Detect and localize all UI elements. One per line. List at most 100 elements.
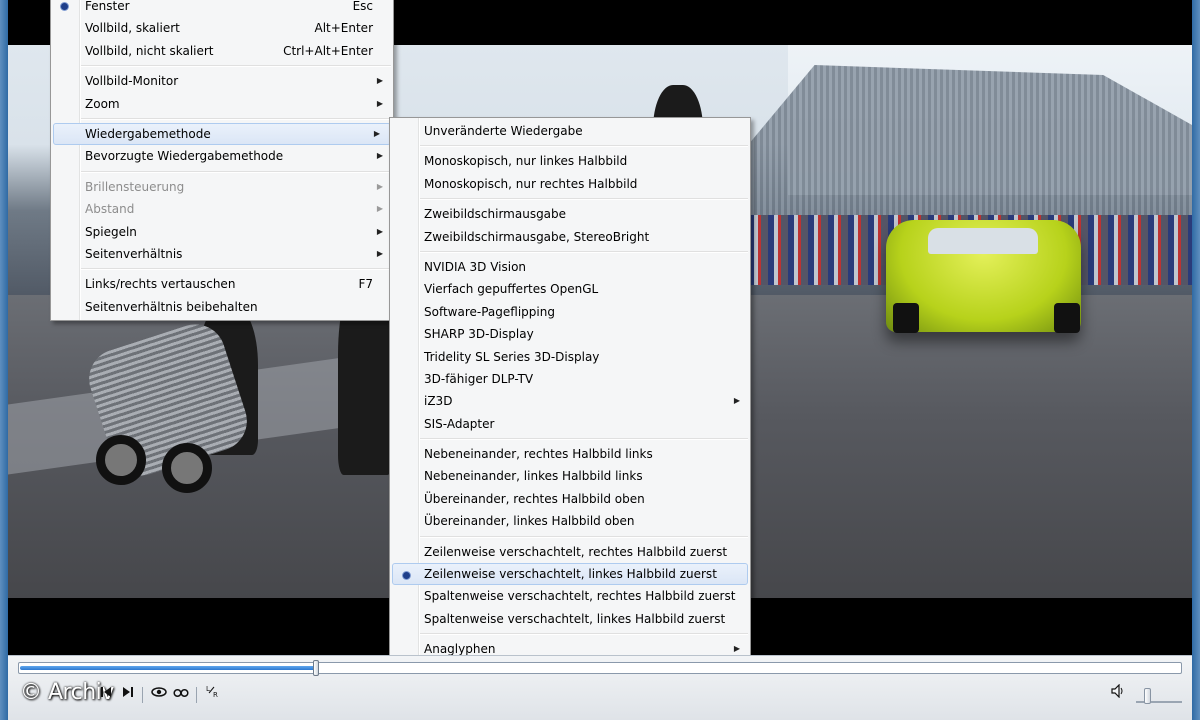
scene-tyre — [96, 435, 146, 485]
menu-item-label: Unveränderte Wiedergabe — [424, 124, 583, 138]
scene-car-wheel — [1054, 303, 1080, 333]
menu-item-abstand[interactable]: Abstand ▶ — [51, 198, 393, 220]
submenu-arrow-icon: ▶ — [376, 76, 383, 86]
menu-item-seitenverhaeltnis-beibehalten[interactable]: Seitenverhältnis beibehalten — [51, 296, 393, 318]
menu-item-label: Zweibildschirmausgabe, StereoBright — [424, 229, 650, 244]
menu-item-label: Wiedergabemethode — [85, 126, 211, 141]
menu-item-monoskopisch-nur-linkes-halbbild[interactable]: Monoskopisch, nur linkes Halbbild — [390, 150, 750, 172]
menu-item-label: Vierfach gepuffertes OpenGL — [424, 282, 599, 297]
menu-item-nebeneinander-rechtes-halbbild-links[interactable]: Nebeneinander, rechtes Halbbild links — [390, 443, 750, 465]
menu-item-vierfach-gepuffertes-opengl[interactable]: Vierfach gepuffertes OpenGL — [390, 278, 750, 300]
menu-item-label: Brillensteuerung — [85, 179, 185, 194]
menu-item-label: Übereinander, rechtes Halbbild oben — [424, 491, 645, 506]
menu-item-wiedergabemethode[interactable]: Wiedergabemethode ▶ — [53, 122, 391, 146]
menu-item-label: Vollbild, nicht skaliert — [85, 43, 214, 58]
menu-item-uebereinander-linkes-halbbild-oben[interactable]: Übereinander, linkes Halbbild oben — [390, 510, 750, 532]
scene-car-window — [928, 228, 1038, 254]
menu-item-sharp-3d-display[interactable]: SHARP 3D-Display — [390, 323, 750, 345]
submenu-arrow-icon: ▶ — [376, 181, 383, 191]
menu-item-iz3d[interactable]: iZ3D ▶ — [390, 390, 750, 412]
menu-item-label: Software-Pageflipping — [424, 304, 555, 319]
menu-separator — [390, 248, 750, 256]
prev-icon[interactable] — [98, 684, 114, 706]
glasses-icon[interactable] — [172, 684, 190, 706]
menu-item-uebereinander-rechtes-halbbild-oben[interactable]: Übereinander, rechtes Halbbild oben — [390, 488, 750, 510]
menu-item-zoom[interactable]: Zoom ▶ — [51, 93, 393, 115]
volume-slider[interactable] — [1136, 688, 1182, 704]
next-icon[interactable] — [120, 684, 136, 706]
menu-separator — [51, 265, 393, 273]
menu-item-label: Zeilenweise verschachtelt, rechtes Halbb… — [424, 544, 728, 559]
menu-item-spaltenweise-verschachtelt-linkes-halbbild-zuerst[interactable]: Spaltenweise verschachtelt, linkes Halbb… — [390, 608, 750, 630]
menu-item-brillensteuerung[interactable]: Brillensteuerung ▶ — [51, 176, 393, 198]
menu-item-vollbild-skaliert[interactable]: Vollbild, skaliert Alt+Enter — [51, 17, 393, 39]
menu-separator — [390, 533, 750, 541]
menu-item-shortcut: F7 — [358, 277, 373, 292]
eye-icon[interactable] — [150, 684, 168, 706]
menu-item-monoskopisch-nur-rechtes-halbbild[interactable]: Monoskopisch, nur rechtes Halbbild — [390, 173, 750, 195]
menu-item-sis-adapter[interactable]: SIS-Adapter — [390, 413, 750, 435]
separator — [142, 684, 146, 706]
submenu-arrow-icon: ▶ — [376, 98, 383, 108]
svg-text:R: R — [213, 691, 218, 698]
menu-item-label: Fenster — [85, 0, 130, 13]
volume-icon[interactable] — [1108, 683, 1128, 706]
scene-car-wheel — [893, 303, 919, 333]
volume-track — [1136, 701, 1182, 703]
menu-item-nvidia-3d-vision[interactable]: NVIDIA 3D Vision — [390, 256, 750, 278]
scene-tyre — [162, 443, 212, 493]
menu-item-label: Nebeneinander, rechtes Halbbild links — [424, 447, 653, 462]
menu-item-label: Tridelity SL Series 3D-Display — [424, 349, 600, 364]
menu-item-tridelity-sl-series-3d-display[interactable]: Tridelity SL Series 3D-Display — [390, 346, 750, 368]
menu-item-vollbild-monitor[interactable]: Vollbild-Monitor ▶ — [51, 70, 393, 92]
menu-item-label: 3D-fähiger DLP-TV — [424, 371, 534, 386]
menu-item-label: Bevorzugte Wiedergabemethode — [85, 149, 284, 164]
menu-item-label: Nebeneinander, linkes Halbbild links — [424, 469, 643, 484]
menu-item-vollbild-nicht-skaliert[interactable]: Vollbild, nicht skaliert Ctrl+Alt+Enter — [51, 40, 393, 62]
separator — [196, 684, 200, 706]
menu-item-zweibildschirmausgabe-stereobright[interactable]: Zweibildschirmausgabe, StereoBright — [390, 226, 750, 248]
submenu-arrow-icon: ▶ — [733, 396, 740, 406]
menu-item-label: SIS-Adapter — [424, 416, 495, 431]
submenu-arrow-icon: ▶ — [373, 128, 380, 138]
volume-thumb[interactable] — [1144, 688, 1151, 704]
menu-item-label: Monoskopisch, nur linkes Halbbild — [424, 154, 628, 169]
menu-item-seitenverhaeltnis[interactable]: Seitenverhältnis ▶ — [51, 243, 393, 265]
menu-item-3d-faehiger-dlp-tv[interactable]: 3D-fähiger DLP-TV — [390, 368, 750, 390]
menu-separator — [51, 115, 393, 123]
menu-separator — [390, 195, 750, 203]
submenu-arrow-icon: ▶ — [376, 226, 383, 236]
menu-item-label: Zweibildschirmausgabe — [424, 207, 567, 222]
menu-item-label: Zoom — [85, 96, 120, 111]
menu-item-spiegeln[interactable]: Spiegeln ▶ — [51, 221, 393, 243]
menu-separator — [390, 142, 750, 150]
menu-item-links-rechts-vertauschen[interactable]: Links/rechts vertauschen F7 — [51, 273, 393, 295]
menu-item-nebeneinander-linkes-halbbild-links[interactable]: Nebeneinander, linkes Halbbild links — [390, 465, 750, 487]
menu-item-zeilenweise-verschachtelt-linkes-halbbild-zuerst[interactable]: Zeilenweise verschachtelt, linkes Halbbi… — [392, 563, 748, 586]
radio-bullet-icon — [403, 572, 410, 580]
menu-item-zweibildschirmausgabe[interactable]: Zweibildschirmausgabe — [390, 203, 750, 225]
menu-item-label: SHARP 3D-Display — [424, 327, 534, 342]
menu-item-unveraenderte-wiedergabe[interactable]: Unveränderte Wiedergabe — [390, 120, 750, 142]
menu-item-label: Spiegeln — [85, 224, 137, 239]
context-menu: Fenster Esc Vollbild, skaliert Alt+Enter Vol… — [50, 0, 394, 322]
menu-item-label: Seitenverhältnis beibehalten — [85, 299, 258, 314]
swap-lr-icon[interactable]: LR — [204, 684, 222, 706]
menu-separator — [51, 168, 393, 176]
menu-item-bevorzugte-wiedergabemethode[interactable]: Bevorzugte Wiedergabemethode ▶ — [51, 145, 393, 167]
menu-item-label: iZ3D — [424, 394, 453, 409]
menu-item-spaltenweise-verschachtelt-rechtes-halbbild-zuerst[interactable]: Spaltenweise verschachtelt, rechtes Halb… — [390, 585, 750, 607]
menu-item-label: Abstand — [85, 202, 135, 217]
menu-item-fenster[interactable]: Fenster Esc — [51, 0, 393, 17]
menu-separator — [390, 630, 750, 638]
seek-bar[interactable] — [18, 660, 1182, 676]
menu-item-software-pageflipping[interactable]: Software-Pageflipping — [390, 301, 750, 323]
menu-item-label: Spaltenweise verschachtelt, rechtes Halb… — [424, 589, 736, 604]
menu-item-zeilenweise-verschachtelt-rechtes-halbbild-zuerst[interactable]: Zeilenweise verschachtelt, rechtes Halbb… — [390, 541, 750, 563]
seek-thumb[interactable] — [313, 660, 319, 676]
window-frame-right — [1192, 0, 1200, 720]
menu-item-label: Spaltenweise verschachtelt, linkes Halbb… — [424, 611, 726, 626]
menu-separator — [390, 435, 750, 443]
menu-item-label: Zeilenweise verschachtelt, linkes Halbbi… — [424, 567, 717, 582]
menu-item-label: Links/rechts vertauschen — [85, 277, 236, 292]
